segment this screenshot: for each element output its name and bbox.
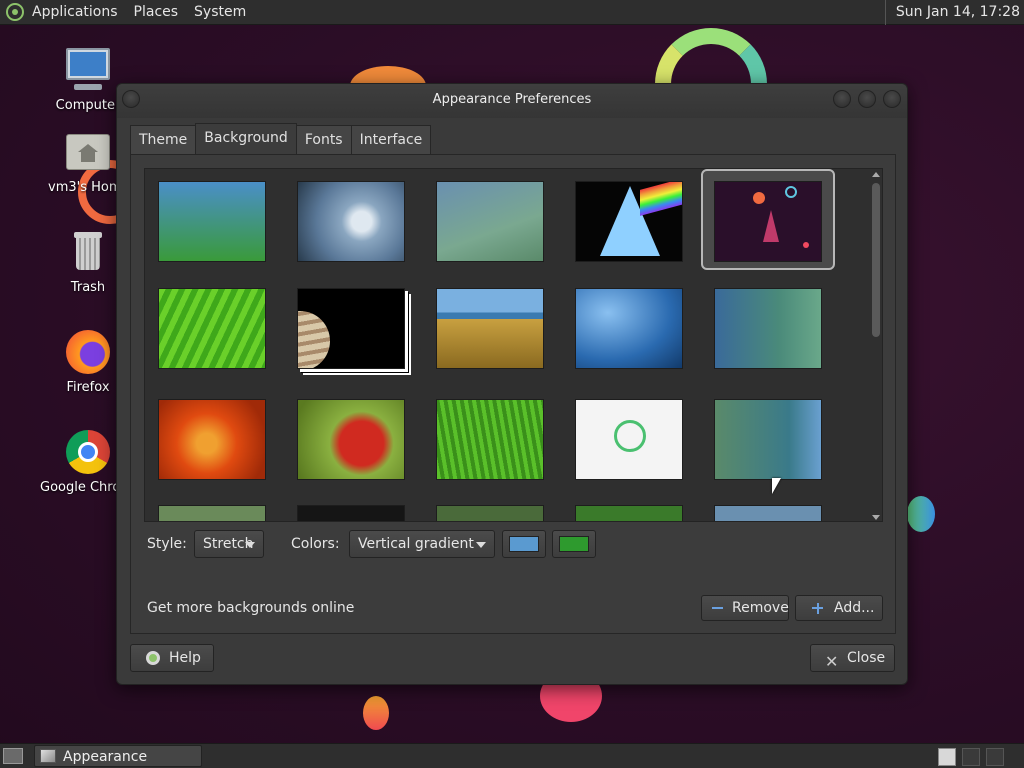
background-tab-page: Style: Stretch Colors: Vertical gradient… (130, 154, 896, 634)
window-titlebar[interactable]: Appearance Preferences (117, 84, 907, 118)
wallpaper-thumbnail[interactable] (436, 505, 544, 521)
close-window-button[interactable] (883, 90, 901, 108)
top-panel: Applications Places System Sun Jan 14, 1… (0, 0, 1024, 25)
wallpaper-thumbnail[interactable] (297, 399, 405, 480)
wallpaper-thumbnail[interactable] (436, 399, 544, 480)
style-combo[interactable]: Stretch (194, 530, 264, 558)
appearance-preferences-window: Appearance Preferences Theme Background … (116, 83, 908, 685)
minimize-button[interactable] (833, 90, 851, 108)
wallpaper-thumbnail[interactable] (714, 181, 822, 262)
desktop-icon-label: Google Chrome (40, 480, 124, 495)
wallpaper-blue-drop (907, 496, 935, 532)
wallpaper-thumbnail[interactable] (158, 399, 266, 480)
wallpaper-thumbnail[interactable] (297, 505, 405, 521)
help-button[interactable]: Help (130, 644, 214, 672)
wallpaper-thumbnail[interactable] (575, 288, 683, 369)
chrome-icon (64, 428, 112, 476)
tab-interface[interactable]: Interface (350, 125, 432, 155)
secondary-color-button[interactable] (552, 530, 596, 558)
wallpaper-thumbnail[interactable] (714, 505, 822, 521)
primary-color-swatch (509, 536, 539, 552)
desktop: Applications Places System Sun Jan 14, 1… (0, 0, 1024, 768)
tab-bar: Theme Background Fonts Interface (130, 123, 432, 155)
plus-icon-vertical (816, 602, 819, 614)
distro-logo-icon[interactable] (6, 3, 24, 21)
menu-places[interactable]: Places (126, 0, 187, 25)
wallpaper-orange-drop (363, 696, 389, 730)
wallpaper-thumbnail[interactable] (575, 181, 683, 262)
colors-combo-value: Vertical gradient (358, 536, 474, 552)
wallpaper-thumbnail[interactable] (714, 288, 822, 369)
chevron-down-icon (245, 542, 255, 548)
close-button[interactable]: ✕ Close (810, 644, 895, 672)
colors-label: Colors: (291, 536, 340, 552)
window-menu-button[interactable] (122, 90, 140, 108)
scroll-thumb[interactable] (872, 183, 880, 337)
home-folder-icon (64, 128, 112, 176)
wallpaper-thumbnail[interactable] (297, 181, 405, 262)
tab-background[interactable]: Background (195, 123, 297, 155)
chevron-down-icon (476, 542, 486, 548)
primary-color-button[interactable] (502, 530, 546, 558)
bottom-panel: Appearance Prefere... (0, 743, 1024, 768)
tab-fonts[interactable]: Fonts (295, 125, 352, 155)
menu-system[interactable]: System (186, 0, 254, 25)
wallpaper-thumbnail[interactable] (297, 288, 405, 369)
workspace-switcher[interactable] (938, 748, 956, 766)
mouse-cursor (772, 478, 781, 494)
minus-icon (712, 607, 723, 609)
style-label: Style: (147, 536, 187, 552)
scroll-down-arrow[interactable] (872, 515, 880, 520)
taskbar-item-appearance[interactable]: Appearance Prefere... (34, 745, 202, 767)
wallpaper-thumbnail[interactable] (158, 505, 266, 521)
wallpaper-thumbnail[interactable] (714, 399, 822, 480)
wallpaper-thumbnail[interactable] (575, 505, 683, 521)
wallpaper-thumbnail[interactable] (158, 288, 266, 369)
remove-button[interactable]: Remove (701, 595, 789, 621)
wallpaper-thumbnail[interactable] (436, 288, 544, 369)
more-backgrounds-link[interactable]: Get more backgrounds online (147, 600, 354, 616)
menu-applications[interactable]: Applications (24, 0, 126, 25)
maximize-button[interactable] (858, 90, 876, 108)
computer-icon (64, 46, 112, 94)
add-button[interactable]: Add... (795, 595, 883, 621)
tab-theme[interactable]: Theme (130, 125, 197, 155)
secondary-color-swatch (559, 536, 589, 552)
workspace-switcher-2[interactable] (962, 748, 980, 766)
wallpaper-thumbnail[interactable] (575, 399, 683, 480)
show-desktop-icon[interactable] (3, 748, 23, 764)
appearance-app-icon (40, 749, 56, 763)
close-icon: ✕ (825, 652, 839, 671)
window-title: Appearance Preferences (432, 92, 592, 107)
workspace-switcher-3[interactable] (986, 748, 1004, 766)
colors-combo[interactable]: Vertical gradient (349, 530, 495, 558)
wallpaper-thumbnail[interactable] (436, 181, 544, 262)
clock[interactable]: Sun Jan 14, 17:28 (884, 0, 1020, 25)
trash-icon (64, 228, 112, 276)
wallpaper-scrollbar[interactable] (870, 169, 882, 521)
scroll-up-arrow[interactable] (872, 172, 880, 177)
wallpaper-grid[interactable] (144, 168, 883, 522)
help-icon (146, 651, 160, 665)
firefox-icon (64, 328, 112, 376)
wallpaper-thumbnail[interactable] (158, 181, 266, 262)
